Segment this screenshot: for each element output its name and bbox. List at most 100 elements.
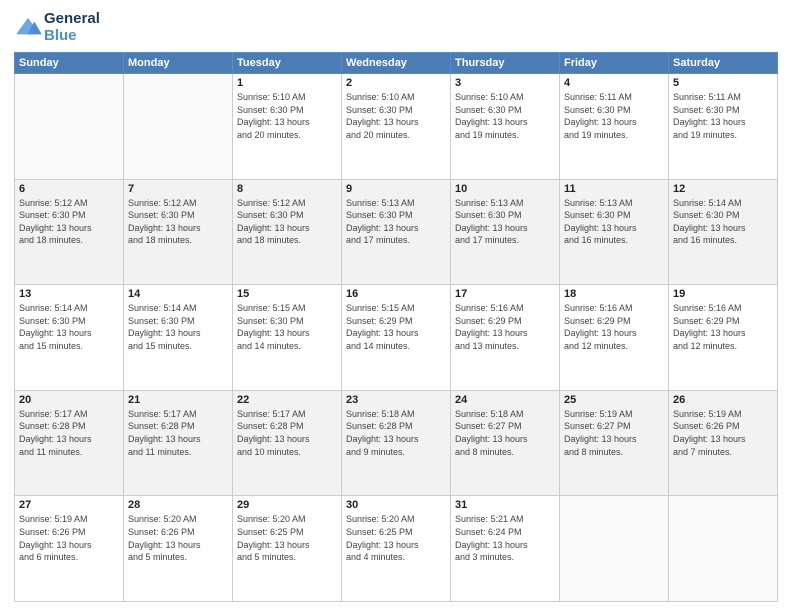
calendar-cell: 4 Sunrise: 5:11 AM Sunset: 6:30 PM Daylig… [560, 74, 669, 180]
calendar-cell: 1 Sunrise: 5:10 AM Sunset: 6:30 PM Daylig… [233, 74, 342, 180]
day-number: 12 [673, 183, 773, 195]
logo: General Blue [14, 10, 100, 44]
day-content: Sunrise: 5:21 AM Sunset: 6:24 PM Dayligh… [455, 513, 555, 563]
calendar-cell: 17 Sunrise: 5:16 AM Sunset: 6:29 PM Dayli… [451, 285, 560, 391]
day-content: Sunrise: 5:10 AM Sunset: 6:30 PM Dayligh… [455, 91, 555, 141]
day-number: 25 [564, 394, 664, 406]
weekday-header-saturday: Saturday [669, 53, 778, 74]
calendar-cell: 12 Sunrise: 5:14 AM Sunset: 6:30 PM Dayli… [669, 179, 778, 285]
day-number: 28 [128, 499, 228, 511]
day-number: 6 [19, 183, 119, 195]
calendar-cell: 28 Sunrise: 5:20 AM Sunset: 6:26 PM Dayli… [124, 496, 233, 602]
day-content: Sunrise: 5:12 AM Sunset: 6:30 PM Dayligh… [237, 197, 337, 247]
calendar-cell: 13 Sunrise: 5:14 AM Sunset: 6:30 PM Dayli… [15, 285, 124, 391]
day-content: Sunrise: 5:15 AM Sunset: 6:29 PM Dayligh… [346, 302, 446, 352]
calendar-cell: 22Sunrise: 5:17 AM Sunset: 6:28 PM Dayli… [233, 390, 342, 496]
day-content: Sunrise: 5:16 AM Sunset: 6:29 PM Dayligh… [673, 302, 773, 352]
calendar-cell: 25 Sunrise: 5:19 AM Sunset: 6:27 PM Dayli… [560, 390, 669, 496]
day-number: 27 [19, 499, 119, 511]
day-number: 20 [19, 394, 119, 406]
header: General Blue [14, 10, 778, 44]
calendar-cell: 23Sunrise: 5:18 AM Sunset: 6:28 PM Dayli… [342, 390, 451, 496]
day-content: Sunrise: 5:14 AM Sunset: 6:30 PM Dayligh… [19, 302, 119, 352]
day-content: Sunrise: 5:10 AM Sunset: 6:30 PM Dayligh… [346, 91, 446, 141]
calendar-cell: 14 Sunrise: 5:14 AM Sunset: 6:30 PM Dayli… [124, 285, 233, 391]
day-content: Sunrise: 5:11 AM Sunset: 6:30 PM Dayligh… [564, 91, 664, 141]
calendar-cell: 24 Sunrise: 5:18 AM Sunset: 6:27 PM Dayli… [451, 390, 560, 496]
day-number: 19 [673, 288, 773, 300]
day-number: 16 [346, 288, 446, 300]
week-row-4: 20 Sunrise: 5:17 AM Sunset: 6:28 PM Dayli… [15, 390, 778, 496]
calendar-cell: 5Sunrise: 5:11 AM Sunset: 6:30 PM Daylig… [669, 74, 778, 180]
day-number: 21 [128, 394, 228, 406]
day-content: Sunrise: 5:18 AM Sunset: 6:28 PM Dayligh… [346, 408, 446, 458]
day-number: 8 [237, 183, 337, 195]
day-number: 18 [564, 288, 664, 300]
week-row-1: 1 Sunrise: 5:10 AM Sunset: 6:30 PM Daylig… [15, 74, 778, 180]
logo-icon [14, 16, 42, 38]
calendar-cell: 26 Sunrise: 5:19 AM Sunset: 6:26 PM Dayli… [669, 390, 778, 496]
day-content: Sunrise: 5:14 AM Sunset: 6:30 PM Dayligh… [128, 302, 228, 352]
day-content: Sunrise: 5:15 AM Sunset: 6:30 PM Dayligh… [237, 302, 337, 352]
calendar-cell: 27 Sunrise: 5:19 AM Sunset: 6:26 PM Dayli… [15, 496, 124, 602]
weekday-header-tuesday: Tuesday [233, 53, 342, 74]
calendar-cell: 19 Sunrise: 5:16 AM Sunset: 6:29 PM Dayli… [669, 285, 778, 391]
day-number: 13 [19, 288, 119, 300]
day-number: 26 [673, 394, 773, 406]
calendar-cell [124, 74, 233, 180]
weekday-header-monday: Monday [124, 53, 233, 74]
calendar-cell: 31Sunrise: 5:21 AM Sunset: 6:24 PM Dayli… [451, 496, 560, 602]
day-number: 2 [346, 77, 446, 89]
calendar-cell: 9Sunrise: 5:13 AM Sunset: 6:30 PM Daylig… [342, 179, 451, 285]
week-row-2: 6 Sunrise: 5:12 AM Sunset: 6:30 PM Daylig… [15, 179, 778, 285]
day-number: 17 [455, 288, 555, 300]
day-content: Sunrise: 5:19 AM Sunset: 6:27 PM Dayligh… [564, 408, 664, 458]
weekday-header-wednesday: Wednesday [342, 53, 451, 74]
calendar-cell: 15 Sunrise: 5:15 AM Sunset: 6:30 PM Dayli… [233, 285, 342, 391]
weekday-header-friday: Friday [560, 53, 669, 74]
day-number: 24 [455, 394, 555, 406]
week-row-5: 27 Sunrise: 5:19 AM Sunset: 6:26 PM Dayli… [15, 496, 778, 602]
calendar-cell: 29Sunrise: 5:20 AM Sunset: 6:25 PM Dayli… [233, 496, 342, 602]
day-number: 7 [128, 183, 228, 195]
week-row-3: 13 Sunrise: 5:14 AM Sunset: 6:30 PM Dayli… [15, 285, 778, 391]
day-content: Sunrise: 5:11 AM Sunset: 6:30 PM Dayligh… [673, 91, 773, 141]
day-number: 14 [128, 288, 228, 300]
day-content: Sunrise: 5:17 AM Sunset: 6:28 PM Dayligh… [19, 408, 119, 458]
day-number: 11 [564, 183, 664, 195]
calendar-cell: 11Sunrise: 5:13 AM Sunset: 6:30 PM Dayli… [560, 179, 669, 285]
day-number: 1 [237, 77, 337, 89]
weekday-header-row: SundayMondayTuesdayWednesdayThursdayFrid… [15, 53, 778, 74]
logo-text: General Blue [44, 10, 100, 44]
calendar-cell: 8 Sunrise: 5:12 AM Sunset: 6:30 PM Daylig… [233, 179, 342, 285]
day-content: Sunrise: 5:14 AM Sunset: 6:30 PM Dayligh… [673, 197, 773, 247]
day-content: Sunrise: 5:16 AM Sunset: 6:29 PM Dayligh… [455, 302, 555, 352]
calendar-cell: 7 Sunrise: 5:12 AM Sunset: 6:30 PM Daylig… [124, 179, 233, 285]
day-number: 9 [346, 183, 446, 195]
day-content: Sunrise: 5:19 AM Sunset: 6:26 PM Dayligh… [673, 408, 773, 458]
calendar-cell: 2 Sunrise: 5:10 AM Sunset: 6:30 PM Daylig… [342, 74, 451, 180]
day-content: Sunrise: 5:12 AM Sunset: 6:30 PM Dayligh… [128, 197, 228, 247]
day-number: 4 [564, 77, 664, 89]
day-content: Sunrise: 5:20 AM Sunset: 6:25 PM Dayligh… [346, 513, 446, 563]
day-content: Sunrise: 5:18 AM Sunset: 6:27 PM Dayligh… [455, 408, 555, 458]
day-content: Sunrise: 5:12 AM Sunset: 6:30 PM Dayligh… [19, 197, 119, 247]
weekday-header-sunday: Sunday [15, 53, 124, 74]
calendar-cell: 30 Sunrise: 5:20 AM Sunset: 6:25 PM Dayli… [342, 496, 451, 602]
calendar-cell [15, 74, 124, 180]
day-content: Sunrise: 5:19 AM Sunset: 6:26 PM Dayligh… [19, 513, 119, 563]
day-content: Sunrise: 5:20 AM Sunset: 6:26 PM Dayligh… [128, 513, 228, 563]
day-number: 15 [237, 288, 337, 300]
day-number: 30 [346, 499, 446, 511]
day-content: Sunrise: 5:17 AM Sunset: 6:28 PM Dayligh… [237, 408, 337, 458]
weekday-header-thursday: Thursday [451, 53, 560, 74]
day-content: Sunrise: 5:16 AM Sunset: 6:29 PM Dayligh… [564, 302, 664, 352]
day-content: Sunrise: 5:10 AM Sunset: 6:30 PM Dayligh… [237, 91, 337, 141]
calendar-page: General Blue SundayMondayTuesdayWednesda… [0, 0, 792, 612]
calendar-cell: 18 Sunrise: 5:16 AM Sunset: 6:29 PM Dayli… [560, 285, 669, 391]
calendar-cell: 16 Sunrise: 5:15 AM Sunset: 6:29 PM Dayli… [342, 285, 451, 391]
calendar-table: SundayMondayTuesdayWednesdayThursdayFrid… [14, 52, 778, 602]
day-content: Sunrise: 5:13 AM Sunset: 6:30 PM Dayligh… [455, 197, 555, 247]
calendar-cell: 20 Sunrise: 5:17 AM Sunset: 6:28 PM Dayli… [15, 390, 124, 496]
calendar-cell: 10Sunrise: 5:13 AM Sunset: 6:30 PM Dayli… [451, 179, 560, 285]
